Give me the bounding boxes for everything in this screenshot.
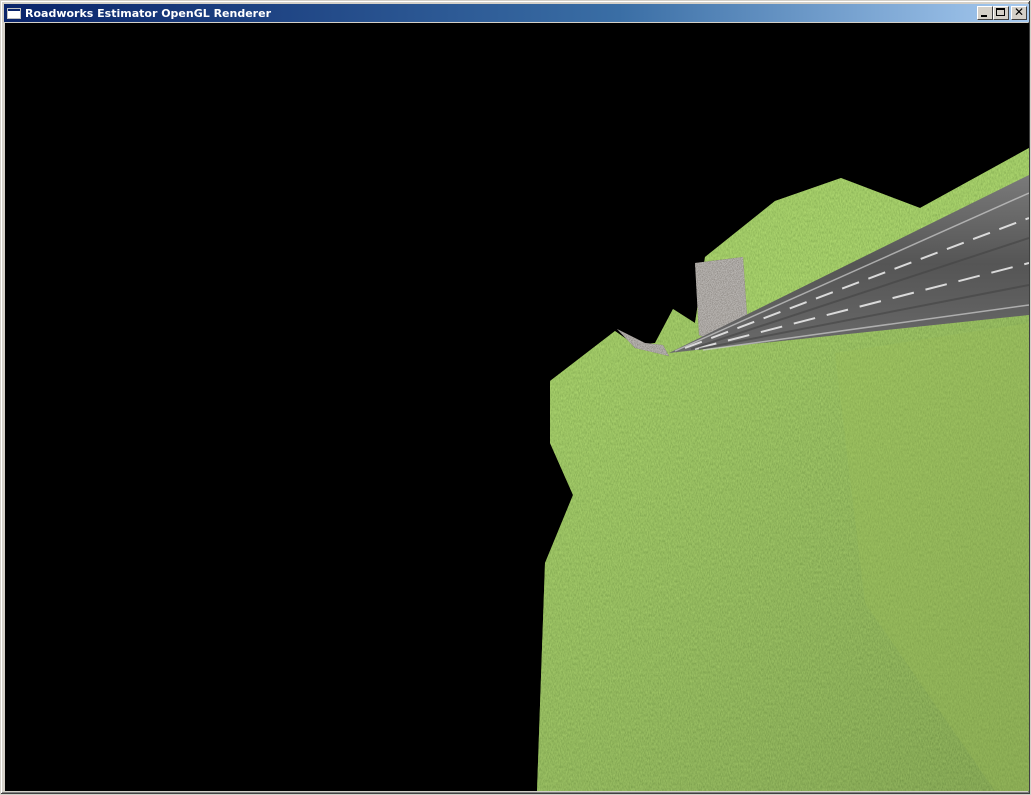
window-controls: ✕ xyxy=(977,5,1027,20)
opengl-viewport[interactable] xyxy=(5,23,1029,791)
application-icon[interactable] xyxy=(7,7,21,19)
minimize-icon xyxy=(981,15,987,17)
maximize-button[interactable] xyxy=(993,6,1009,20)
close-icon: ✕ xyxy=(1013,5,1025,19)
close-button[interactable]: ✕ xyxy=(1011,5,1027,20)
window-title: Roadworks Estimator OpenGL Renderer xyxy=(25,6,271,20)
scene-canvas xyxy=(537,148,1029,791)
title-bar[interactable]: Roadworks Estimator OpenGL Renderer ✕ xyxy=(4,4,1029,22)
terrain-embankment xyxy=(537,309,1029,791)
maximize-icon xyxy=(996,8,1005,16)
renderer-window: Roadworks Estimator OpenGL Renderer ✕ xyxy=(0,0,1031,795)
minimize-button[interactable] xyxy=(977,6,993,20)
